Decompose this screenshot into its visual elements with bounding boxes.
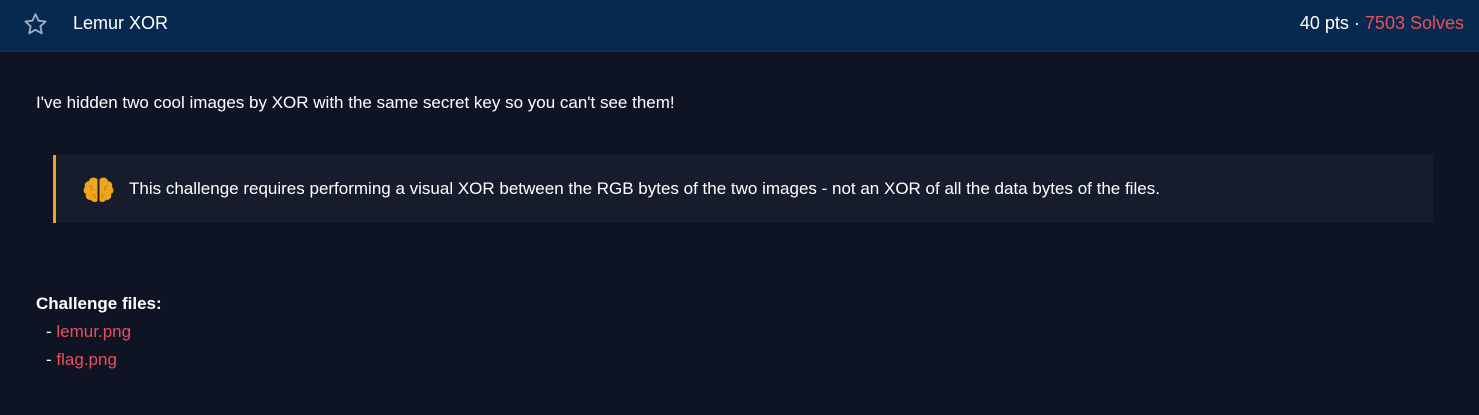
- star-icon[interactable]: [22, 11, 49, 38]
- file-bullet: -: [46, 322, 52, 341]
- file-link-flag[interactable]: flag.png: [56, 350, 117, 369]
- hint-callout: This challenge requires performing a vis…: [53, 155, 1433, 223]
- challenge-description: I've hidden two cool images by XOR with …: [36, 93, 675, 112]
- file-link-lemur[interactable]: lemur.png: [56, 322, 131, 341]
- file-bullet: -: [46, 350, 52, 369]
- solves-link[interactable]: 7503 Solves: [1365, 13, 1464, 33]
- points-label: 40 pts: [1299, 13, 1349, 33]
- challenge-files-heading: Challenge files:: [36, 294, 162, 313]
- challenge-title: Lemur XOR: [73, 13, 169, 33]
- file-list-item: - lemur.png: [46, 322, 131, 342]
- meta-separator: ·: [1353, 13, 1360, 33]
- challenge-meta: 40 pts · 7503 Solves: [1300, 13, 1464, 34]
- brain-icon: [83, 177, 114, 203]
- hint-text: This challenge requires performing a vis…: [129, 179, 1160, 198]
- challenge-header: Lemur XOR 40 pts · 7503 Solves: [0, 0, 1479, 52]
- file-list-item: - flag.png: [46, 350, 117, 370]
